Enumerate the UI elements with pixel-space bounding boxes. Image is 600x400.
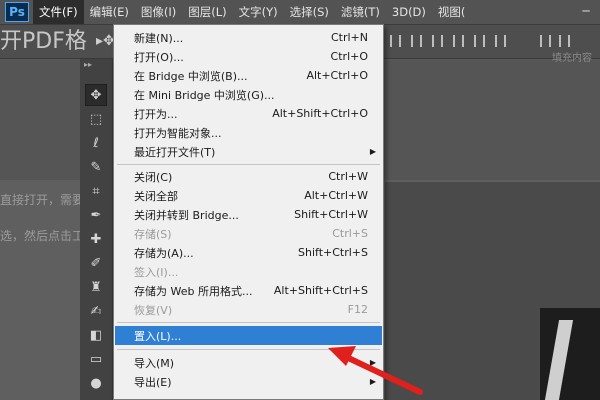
menu-item-browse-bridge[interactable]: 在 Bridge 中浏览(B)... Alt+Ctrl+O: [115, 66, 382, 85]
clone-stamp-icon[interactable]: ♜: [85, 276, 107, 298]
menu-item-label: 导入(M): [134, 356, 175, 370]
menu-item-label: 打开为...: [134, 107, 178, 121]
menu-view[interactable]: 视图(: [432, 0, 472, 24]
annotation-arrow-icon: [328, 346, 423, 395]
tools-panel: ▸▸ ✥ ⬚ ℓ ✎ ⌗ ✒ ✚ ✐ ♜ ✍ ◧ ▭ ●: [80, 58, 113, 400]
menu-item-save-as[interactable]: 存储为(A)... Shift+Ctrl+S: [115, 243, 382, 262]
annotation-arrow-head: [328, 346, 356, 366]
menu-item-label: 关闭并转到 Bridge...: [134, 208, 239, 222]
menu-layer[interactable]: 图层(L): [182, 0, 232, 24]
gradient-icon[interactable]: ▭: [85, 348, 107, 370]
move-icon[interactable]: ✥: [85, 84, 107, 106]
menu-select[interactable]: 选择(S): [284, 0, 335, 24]
align-vcenter-icon[interactable]: [411, 35, 422, 47]
distribute-top-icon[interactable]: [540, 35, 551, 47]
menu-image[interactable]: 图像(I): [135, 0, 182, 24]
menu-item-label: 签入(I)...: [134, 265, 179, 279]
menu-item-shortcut: Ctrl+N: [330, 31, 368, 44]
menu-file[interactable]: 文件(F): [33, 0, 84, 24]
panel-collapse-icon[interactable]: ▸▸: [84, 60, 92, 69]
menu-item-shortcut: F12: [347, 303, 368, 316]
menu-item-label: 最近打开文件(T): [134, 145, 216, 159]
annotation-arrow-shaft: [339, 352, 423, 395]
menu-item-shortcut: Alt+Ctrl+O: [306, 69, 368, 82]
menu-item-open-smart-object[interactable]: 打开为智能对象...: [115, 123, 382, 142]
eraser-icon[interactable]: ◧: [85, 324, 107, 346]
menu-item-label: 关闭(C): [134, 170, 173, 184]
menu-item-label: 置入(L)...: [134, 329, 182, 343]
marquee-icon[interactable]: ⬚: [85, 108, 107, 130]
eyedropper-icon[interactable]: ✒: [85, 204, 107, 226]
menu-item-label: 存储(S): [134, 227, 172, 241]
menu-type[interactable]: 文字(Y): [233, 0, 284, 24]
photoshop-logo: Ps: [5, 2, 29, 22]
menu-item-shortcut: Alt+Shift+Ctrl+S: [273, 284, 368, 297]
menu-item-browse-mini-bridge[interactable]: 在 Mini Bridge 中浏览(G)...: [115, 85, 382, 104]
menu-item-shortcut: Ctrl+S: [332, 227, 368, 240]
distribute-center-icon[interactable]: [559, 35, 570, 47]
history-brush-icon[interactable]: ✍: [85, 300, 107, 322]
menu-item-shortcut: Shift+Ctrl+S: [298, 246, 368, 259]
menu-item-shortcut: Alt+Shift+Ctrl+O: [272, 107, 368, 120]
align-hcenter-icon[interactable]: [474, 35, 485, 47]
menu-item-save-for-web[interactable]: 存储为 Web 所用格式... Alt+Shift+Ctrl+S: [115, 281, 382, 300]
menu-bar: Ps 文件(F) 编辑(E) 图像(I) 图层(L) 文字(Y) 选择(S) 滤…: [0, 0, 600, 25]
minimize-icon[interactable]: ─: [578, 4, 594, 18]
menu-item-save[interactable]: 存储(S) Ctrl+S: [115, 224, 382, 243]
menu-separator: [117, 322, 380, 323]
menu-3d[interactable]: 3D(D): [386, 0, 432, 24]
align-icons-group: [390, 35, 506, 47]
menu-item-label: 存储为 Web 所用格式...: [134, 284, 253, 298]
align-top-icon[interactable]: [390, 35, 401, 47]
menu-item-label: 在 Bridge 中浏览(B)...: [134, 69, 248, 83]
menu-item-shortcut: Ctrl+O: [330, 50, 368, 63]
document-title-fragment: 开PDF格: [0, 27, 95, 57]
distribute-icons-group: [540, 35, 570, 47]
align-bottom-icon[interactable]: [432, 35, 443, 47]
submenu-arrow-icon: ▶: [369, 147, 376, 156]
menu-item-label: 打开(O)...: [134, 50, 184, 64]
menu-item-label: 关闭全部: [134, 189, 178, 203]
menu-item-close[interactable]: 关闭(C) Ctrl+W: [115, 167, 382, 186]
menu-item-label: 打开为智能对象...: [134, 126, 222, 140]
menu-item-label: 存储为(A)...: [134, 246, 194, 260]
menu-item-shortcut: Shift+Ctrl+W: [294, 208, 368, 221]
menu-item-close-go-bridge[interactable]: 关闭并转到 Bridge... Shift+Ctrl+W: [115, 205, 382, 224]
menu-item-revert[interactable]: 恢复(V) F12: [115, 300, 382, 319]
document-text-line: 选，然后点击工: [0, 229, 82, 243]
menu-filter[interactable]: 滤镜(T): [335, 0, 386, 24]
menu-edit[interactable]: 编辑(E): [84, 0, 135, 24]
menu-item-shortcut: Ctrl+W: [328, 170, 368, 183]
document-text-line: 直接打开，需要: [0, 193, 82, 207]
menu-item-recent-files[interactable]: 最近打开文件(T) ▶: [115, 142, 382, 161]
menu-item-open[interactable]: 打开(O)... Ctrl+O: [115, 47, 382, 66]
healing-icon[interactable]: ✚: [85, 228, 107, 250]
crop-icon[interactable]: ⌗: [85, 180, 107, 202]
menu-item-shortcut: Alt+Ctrl+W: [304, 189, 368, 202]
menu-item-label: 新建(N)...: [134, 31, 184, 45]
menu-item-close-all[interactable]: 关闭全部 Alt+Ctrl+W: [115, 186, 382, 205]
menu-item-label: 在 Mini Bridge 中浏览(G)...: [134, 88, 275, 102]
options-hint-text: 填充内容: [552, 53, 592, 64]
align-left-icon[interactable]: [453, 35, 464, 47]
menu-separator: [117, 164, 380, 165]
menu-item-new[interactable]: 新建(N)... Ctrl+N: [115, 28, 382, 47]
menu-item-check-in[interactable]: 签入(I)...: [115, 262, 382, 281]
menu-item-label: 恢复(V): [134, 303, 173, 317]
menu-item-label: 导出(E): [134, 375, 172, 389]
lasso-icon[interactable]: ℓ: [85, 132, 107, 154]
align-right-icon[interactable]: [495, 35, 506, 47]
quick-select-icon[interactable]: ✎: [85, 156, 107, 178]
move-tool-preset-icon[interactable]: ▸✥: [96, 33, 115, 51]
menu-item-open-as[interactable]: 打开为... Alt+Shift+Ctrl+O: [115, 104, 382, 123]
brush-icon[interactable]: ✐: [85, 252, 107, 274]
blur-icon[interactable]: ●: [85, 372, 107, 394]
